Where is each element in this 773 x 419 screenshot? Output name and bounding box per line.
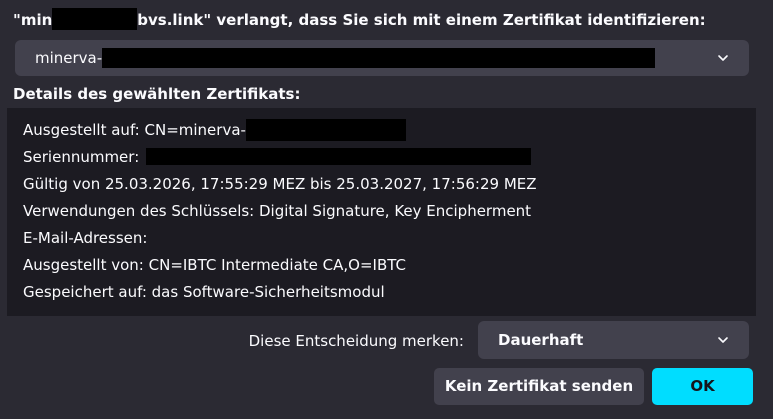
remember-label: Diese Entscheidung merken: (248, 332, 464, 350)
no-certificate-button[interactable]: Kein Zertifikat senden (434, 368, 644, 405)
certificate-name-prefix: minerva- (35, 49, 103, 67)
ok-button[interactable]: OK (652, 368, 753, 405)
certificate-select[interactable]: minerva- (15, 40, 749, 76)
detail-stored-on: Gespeichert auf: das Software-Sicherheit… (23, 283, 385, 301)
redacted-block (245, 118, 406, 141)
details-heading: Details des gewählten Zertifikats: (13, 85, 301, 103)
remember-decision-select[interactable]: Dauerhaft (478, 321, 749, 359)
detail-issued-to-text: Ausgestellt auf: CN=minerva- (23, 121, 246, 139)
remember-decision-value: Dauerhaft (498, 331, 584, 349)
redacted-block (146, 148, 532, 165)
detail-issued-by: Ausgestellt von: CN=IBTC Intermediate CA… (23, 256, 407, 274)
detail-validity: Gültig von 25.03.2026, 17:55:29 MEZ bis … (23, 175, 537, 193)
certificate-details-panel: Ausgestellt auf: CN=minerva- Seriennumme… (7, 108, 756, 316)
title-suffix: bvs.link" verlangt, dass Sie sich mit ei… (137, 11, 706, 29)
title-prefix: "min (13, 11, 53, 29)
detail-serial-text: Seriennummer: (23, 148, 140, 166)
detail-serial: Seriennummer: (23, 144, 756, 171)
detail-key-usage: Verwendungen des Schlüssels: Digital Sig… (23, 202, 532, 220)
certificate-select-value: minerva- (35, 40, 656, 76)
chevron-down-icon (717, 335, 729, 345)
chevron-down-icon (717, 53, 729, 63)
redacted-block (102, 47, 656, 68)
redacted-block (52, 8, 138, 30)
certificate-dialog: "min bvs.link" verlangt, dass Sie sich mi… (0, 0, 773, 419)
detail-email: E-Mail-Adressen: (23, 229, 148, 247)
dialog-title: "min bvs.link" verlangt, dass Sie sich mi… (13, 8, 706, 30)
detail-issued-to: Ausgestellt auf: CN=minerva- (23, 117, 756, 144)
